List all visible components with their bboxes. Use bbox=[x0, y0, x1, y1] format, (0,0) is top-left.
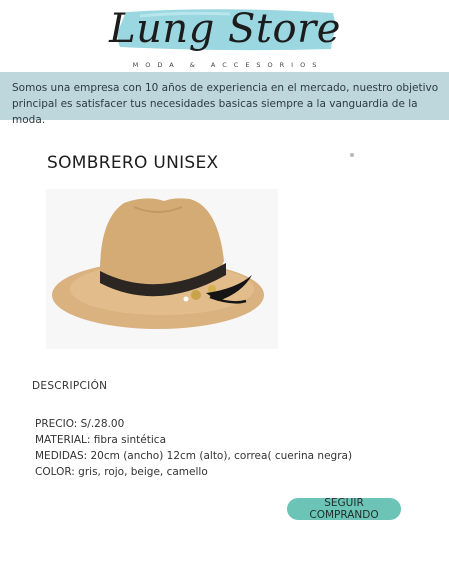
brand-logo-graphic: Lung Store MODA & ACCESORIOS bbox=[108, 6, 341, 69]
brand-tagline: MODA & ACCESORIOS bbox=[133, 61, 324, 69]
decorative-dot bbox=[350, 153, 354, 157]
hat-illustration bbox=[46, 189, 278, 349]
about-banner-text: Somos una empresa con 10 años de experie… bbox=[12, 82, 439, 126]
price-line: PRECIO: S/.28.00 bbox=[35, 418, 125, 430]
material-line: MATERIAL: fibra sintética bbox=[35, 434, 167, 446]
product-details: PRECIO: S/.28.00 MATERIAL: fibra sintéti… bbox=[35, 416, 352, 480]
product-title: SOMBRERO UNISEX bbox=[47, 153, 219, 173]
product-image[interactable] bbox=[46, 189, 278, 349]
about-banner: Somos una empresa con 10 años de experie… bbox=[0, 72, 449, 126]
color-line: COLOR: gris, rojo, beige, camello bbox=[35, 466, 208, 478]
continue-shopping-button[interactable]: SEGUIR COMPRANDO bbox=[287, 497, 401, 521]
brand-logo[interactable]: Lung Store MODA & ACCESORIOS bbox=[0, 0, 449, 72]
description-heading: DESCRIPCIÓN bbox=[32, 380, 108, 392]
brand-name: Lung Store bbox=[108, 6, 341, 52]
measures-line: MEDIDAS: 20cm (ancho) 12cm (alto), corre… bbox=[35, 450, 353, 462]
